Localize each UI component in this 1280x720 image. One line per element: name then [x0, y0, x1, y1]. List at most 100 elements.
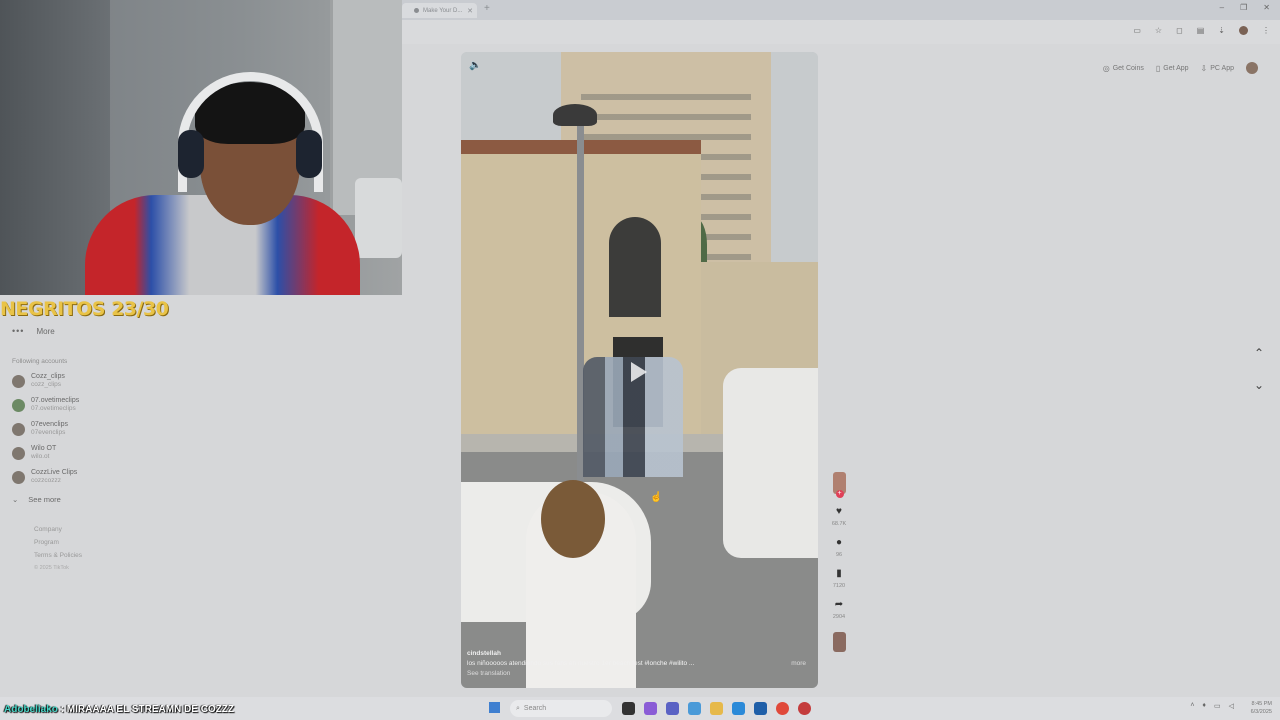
stream-counter: NEGRITOS 23/30 [0, 298, 169, 320]
chevron-down-icon: ⌄ [12, 495, 19, 504]
pc-app-button[interactable]: ⇩ PC App [1201, 64, 1234, 73]
cast-icon[interactable]: ▭ [1133, 26, 1141, 35]
teams-icon[interactable] [666, 702, 679, 715]
minimize-button[interactable]: – [1220, 3, 1224, 12]
system-tray: ˄ ♦ ▭ ◁ [1190, 702, 1234, 710]
copilot-icon[interactable] [644, 702, 657, 715]
file-explorer-icon[interactable] [710, 702, 723, 715]
window-controls: – ❐ ✕ [1220, 3, 1270, 12]
extensions-icon[interactable]: ◻ [1176, 26, 1183, 35]
footer-terms-link[interactable]: Terms & Policies [34, 552, 212, 559]
video-username[interactable]: cindstellah [467, 649, 812, 659]
share-icon[interactable]: ➦ [835, 599, 843, 611]
see-more-button[interactable]: ⌄ See more [12, 495, 212, 504]
store-icon[interactable] [754, 702, 767, 715]
video-caption: cindstellah los niñooooos atendiendo sus… [467, 649, 812, 679]
footer-company-link[interactable]: Company [34, 526, 212, 533]
sidebar-footer: Company Program Terms & Policies © 2025 … [12, 526, 212, 571]
maximize-button[interactable]: ❐ [1240, 3, 1247, 12]
browser-menu-icon[interactable]: ⋮ [1262, 26, 1270, 35]
account-name: 07.ovetimeclips [31, 397, 80, 404]
video-arch-window [609, 217, 661, 317]
next-video-chevron-down-icon[interactable]: ⌄ [1254, 378, 1264, 392]
follow-plus-icon[interactable]: + [835, 490, 844, 498]
comment-count: 96 [835, 552, 843, 558]
following-account[interactable]: Cozz_clips cozz_clips [12, 373, 212, 389]
get-coins-button[interactable]: ◎ Get Coins [1103, 64, 1144, 73]
pc-app-label: PC App [1210, 64, 1234, 72]
microphone-icon[interactable]: ♦ [1202, 702, 1206, 710]
webcam-bed [355, 178, 402, 258]
see-more-label: See more [28, 495, 61, 504]
video-woman-head [541, 480, 605, 558]
clock-date: 6/3/2025 [1250, 709, 1272, 715]
play-icon[interactable] [631, 362, 647, 382]
video-white-suv [723, 368, 818, 558]
video-player[interactable]: 🔈 cindstellah los niñooooos atendiendo s… [461, 52, 818, 688]
user-avatar[interactable] [1246, 62, 1258, 74]
music-disc-icon[interactable] [832, 632, 846, 652]
chrome-icon[interactable] [776, 702, 789, 715]
tab-title: Make Your D... [423, 7, 463, 14]
taskbar-apps [622, 702, 811, 715]
search-icon: ⌕ [516, 704, 520, 712]
browser-tab[interactable]: Make Your D... ✕ [402, 3, 477, 18]
like-count: 68.7K [831, 521, 847, 527]
previous-video-chevron-up-icon[interactable]: ⌃ [1254, 346, 1264, 360]
close-window-button[interactable]: ✕ [1263, 3, 1270, 12]
tab-close-icon[interactable]: ✕ [467, 7, 473, 15]
chevron-up-icon[interactable]: ˄ [1190, 702, 1194, 710]
downloads-icon[interactable]: ⇣ [1218, 26, 1225, 35]
app-icon[interactable] [688, 702, 701, 715]
account-handle: 07.ovetimeclips [31, 405, 76, 412]
network-icon[interactable]: ▭ [1214, 702, 1221, 710]
following-account[interactable]: Wilo OT wilo.ot [12, 445, 212, 461]
following-account[interactable]: 07.ovetimeclips 07.ovetimeclips [12, 397, 212, 413]
task-view-icon[interactable] [622, 702, 635, 715]
sidebar-more[interactable]: ••• More [12, 326, 212, 336]
account-name: CozzLive Clips [31, 469, 78, 476]
edge-icon[interactable] [732, 702, 745, 715]
mouse-cursor-icon: ☝ [650, 492, 663, 503]
bookmark-star-icon[interactable]: ☆ [1155, 26, 1162, 35]
account-handle: 07evenclips [31, 429, 66, 436]
download-icon: ⇩ [1200, 63, 1208, 73]
following-account[interactable]: CozzLive Clips cozzcozzz [12, 469, 212, 485]
browser-toolbar-icons: ▭ ☆ ◻ ▤ ⇣ ⋮ [1133, 26, 1270, 35]
share-count: 2904 [832, 614, 846, 620]
profile-avatar-icon[interactable] [1239, 26, 1248, 35]
following-account[interactable]: 07evenclips 07evenclips [12, 421, 212, 437]
get-coins-label: Get Coins [1112, 64, 1144, 72]
account-name: 07evenclips [31, 421, 68, 428]
windows-start-icon[interactable] [489, 702, 500, 713]
see-translation-link[interactable]: See translation [467, 669, 812, 679]
new-tab-button[interactable]: + [484, 3, 490, 14]
account-avatar [12, 398, 25, 412]
top-nav: ◎ Get Coins ▯ Get App ⇩ PC App [1103, 62, 1258, 74]
app-red-icon[interactable] [798, 702, 811, 715]
heart-icon[interactable]: ♥ [836, 506, 842, 518]
account-avatar [12, 470, 25, 484]
following-accounts-title: Following accounts [12, 358, 68, 365]
caption-more-button[interactable]: more [791, 659, 806, 669]
taskbar-search[interactable]: ⌕ Search [510, 700, 612, 717]
volume-icon[interactable]: 🔈 [469, 60, 481, 71]
taskbar-clock[interactable]: 8:45 PM 6/3/2025 [1251, 700, 1272, 716]
account-name: Wilo OT [31, 445, 57, 452]
tab-favicon-icon [414, 8, 419, 13]
footer-program-link[interactable]: Program [34, 539, 212, 546]
account-name: Cozz_clips [31, 373, 65, 380]
account-avatar [12, 446, 25, 460]
chat-text: MIRAAAA EL STREAMN DE COZZZ [66, 704, 235, 715]
volume-tray-icon[interactable]: ◁ [1229, 702, 1234, 710]
account-handle: wilo.ot [31, 453, 50, 460]
get-app-button[interactable]: ▯ Get App [1156, 64, 1189, 73]
creator-avatar[interactable]: + [832, 472, 846, 498]
more-dots-icon: ••• [12, 326, 25, 336]
video-description: los niñooooos atendiendo sus fans en nue… [467, 660, 643, 667]
comment-icon[interactable]: ● [836, 537, 842, 549]
bookmark-icon[interactable]: ▮ [836, 568, 842, 580]
video-lamp [553, 104, 597, 126]
sidebar-icon[interactable]: ▤ [1197, 26, 1205, 35]
video-hashtags[interactable]: #lonche #wilito ... [644, 660, 694, 667]
